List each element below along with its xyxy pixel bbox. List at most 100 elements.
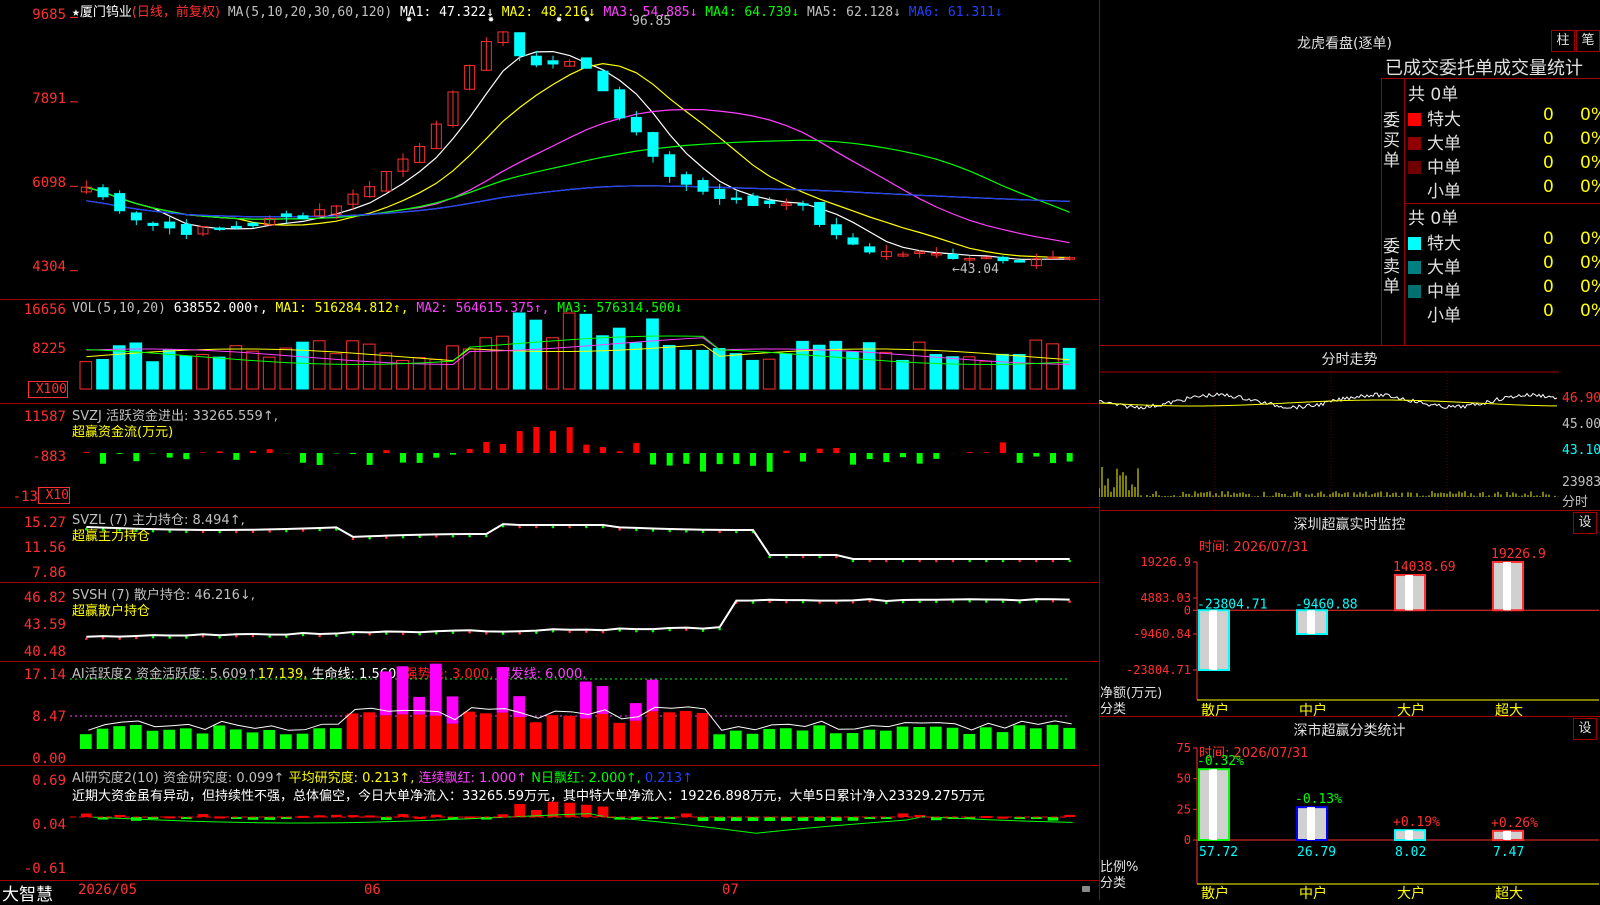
svzj-axis-2: -883 (0, 449, 66, 465)
sz-monitor-panel[interactable]: 深圳超赢实时监控 设 时间: 2026/07/31 净额(万元) 分类 1922… (1099, 510, 1600, 717)
svzl-dot-48 (885, 560, 888, 563)
svsh-dot-3 (135, 637, 138, 640)
vol-bar-57 (1030, 340, 1042, 389)
order-size-label: 中单 (1427, 158, 1461, 178)
volume-panel[interactable]: VOL(5,10,20) 638552.000↑, MA1: 516284.81… (0, 299, 1099, 404)
svzl-dot-2 (118, 529, 121, 532)
ai1-bar-41 (763, 729, 775, 749)
candle-body-35 (665, 155, 675, 177)
vol-bar-49 (897, 360, 909, 389)
cls-category-1: 中户 (1299, 885, 1327, 900)
bar-mode-button[interactable]: 柱 (1551, 30, 1575, 52)
tick-mode-button[interactable]: 笔 (1576, 30, 1600, 52)
svsh-dot-26 (518, 632, 521, 635)
svsh-dot-4 (152, 636, 155, 639)
svzl-dot-29 (568, 526, 571, 529)
svzj-bar-43 (800, 453, 806, 462)
vol-bar-56 (1013, 354, 1025, 389)
svzj-axis-3: -13 (0, 489, 38, 505)
order-percent: 0% (1580, 105, 1600, 125)
svsh-dot-54 (985, 600, 988, 603)
svzl-dot-50 (918, 560, 921, 563)
dragon-panel[interactable]: 龙虎看盘(逐单) 柱 笔 已成交委托单成交量统计 委买单 共 0单 特大00%大… (1099, 0, 1600, 346)
legend-swatch (1408, 309, 1421, 322)
svsh-dot-50 (918, 600, 921, 603)
svsh-dot-23 (468, 631, 471, 634)
vol-bar-53 (963, 357, 975, 389)
sz-bar-highlight-0 (1209, 610, 1217, 670)
candle-body-2 (115, 194, 125, 211)
sz-bar-label-1: -9460.88 (1295, 597, 1358, 612)
ai1-bar-2 (113, 726, 125, 749)
ai-research-panel[interactable]: AI研究度2(10) 资金研究度: 0.099↑ 平均研究度: 0.213↑, … (0, 765, 1099, 881)
ai1-top-22 (447, 696, 459, 723)
intraday-chart[interactable] (1099, 371, 1561, 510)
svsh-dot-12 (285, 635, 288, 638)
vol-bar-4 (147, 362, 159, 389)
legend-swatch (1408, 137, 1421, 150)
vol-unit: X100 (28, 381, 68, 398)
buy-total: 共 0单 (1408, 80, 1600, 105)
svzl-panel[interactable]: SVZL (7) 主力持仓: 8.494↑, 超赢主力持仓 15.27 11.5… (0, 507, 1099, 583)
ai1-bar-25 (497, 713, 509, 749)
svsh-axis-1: 46.82 (0, 590, 66, 606)
ai2-bar-41 (764, 817, 775, 821)
svzj-bar-24 (483, 442, 489, 453)
sz-chart[interactable]: 19226.94883.030-9460.84-23804.71-23804.7… (1099, 510, 1600, 716)
sell-side-label: 委卖单 (1383, 237, 1401, 297)
svzj-bar-10 (250, 451, 256, 453)
svsh-dot-45 (835, 601, 838, 604)
svzj-bar-26 (517, 431, 523, 453)
cls-chart[interactable]: 7550250-0.32%57.72散户-0.13%26.79中户+0.19%8… (1099, 716, 1600, 900)
svsh-panel[interactable]: SVSH (7) 散户持仓: 46.216↓, 超赢散户持仓 46.82 43.… (0, 582, 1099, 662)
ma-line-3 (86, 110, 1069, 243)
lock-icon[interactable] (1082, 886, 1090, 892)
ma-line-5 (86, 186, 1069, 217)
svsh-dot-1 (102, 637, 105, 640)
ai-activity-panel[interactable]: AI活跃度2 资金活跃度: 5.609↑17.139, 生命线: 1.560, … (0, 661, 1099, 766)
ai2-bar-43 (798, 817, 809, 821)
svzj-bar-40 (750, 453, 756, 466)
svzj-bar-1 (100, 453, 106, 464)
sell-row: 大单00% (1408, 253, 1600, 278)
svsh-dot-40 (752, 601, 755, 604)
svzj-panel[interactable]: SVZJ 活跃资金进出: 33265.559↑, 超赢资金流(万元) 11587… (0, 403, 1099, 508)
ai1-bar-5 (163, 730, 175, 749)
svzl-dot-56 (1018, 560, 1021, 563)
ai1-bar-56 (1013, 725, 1025, 749)
candle-body-45 (831, 225, 841, 235)
svzl-dot-36 (685, 530, 688, 533)
ai1-bar-7 (197, 733, 209, 749)
signal-mark-2: ✸ (556, 14, 562, 25)
volume-chart[interactable] (70, 299, 1099, 403)
dragon-title: 龙虎看盘(逐单) (1297, 33, 1392, 53)
svzl-dot-14 (318, 529, 321, 532)
intraday-panel[interactable]: 分时走势 46.90 45.00 43.10 23983 分时 (1099, 345, 1600, 511)
svzl-dot-55 (1002, 560, 1005, 563)
vol-bar-46 (847, 352, 859, 389)
svzl-chart[interactable] (70, 507, 1099, 582)
svzl-dot-5 (168, 530, 171, 533)
ai1-top-19 (397, 666, 409, 714)
svzl-dot-58 (1052, 560, 1055, 563)
svzl-dot-47 (868, 560, 871, 563)
candle-body-13 (298, 216, 308, 219)
price-panel[interactable]: ★厦门钨业(日线，前复权) MA(5,10,20,30,60,120) MA1:… (0, 0, 1099, 300)
svzl-dot-28 (552, 526, 555, 529)
vol-bar-50 (913, 342, 925, 389)
svzj-chart[interactable] (70, 403, 1099, 507)
vol-bar-13 (297, 342, 309, 389)
svsh-dot-41 (768, 600, 771, 603)
ai1-chart[interactable] (70, 661, 1099, 765)
ai2-chart[interactable] (70, 765, 1099, 880)
price-chart[interactable]: ✸✸✸✸ (70, 0, 1099, 299)
classification-panel[interactable]: 深市超赢分类统计 设 时间: 2026/07/31 比例% 分类 7550250… (1099, 716, 1600, 900)
svsh-chart[interactable] (70, 582, 1099, 661)
svzj-bar-51 (933, 453, 939, 459)
buy-row: 小单00% (1408, 177, 1600, 202)
left-chart-area[interactable]: ★厦门钨业(日线，前复权) MA(5,10,20,30,60,120) MA1:… (0, 0, 1100, 900)
candle-body-28 (548, 61, 558, 64)
cls-category-0: 散户 (1201, 885, 1229, 900)
svsh-dot-22 (452, 631, 455, 634)
vol-bar-12 (280, 348, 292, 389)
